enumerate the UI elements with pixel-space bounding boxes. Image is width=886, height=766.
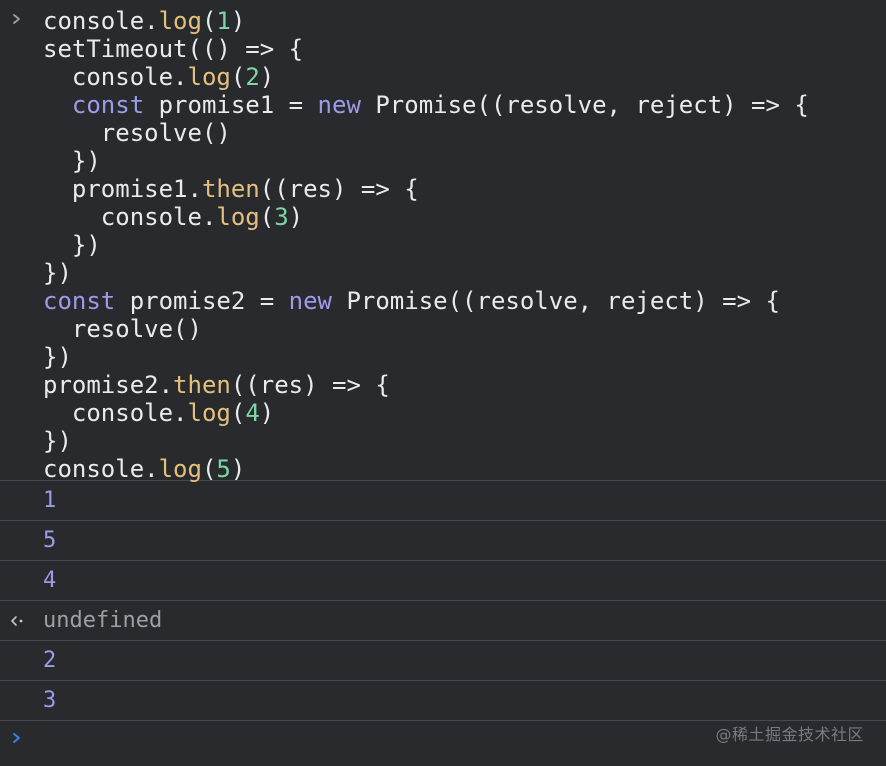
code-line: }) — [43, 259, 886, 287]
code-token: promise2 = — [115, 287, 289, 315]
code-line: promise2.then((res) => { — [43, 371, 886, 399]
code-line: }) — [43, 343, 886, 371]
code-token: setTimeout(() => { — [43, 35, 304, 63]
code-line: console.log(3) — [43, 203, 886, 231]
chevron-right-icon — [13, 733, 20, 743]
code-token: log — [158, 7, 202, 35]
code-token: }) — [43, 343, 72, 371]
code-token: ) — [230, 7, 246, 35]
code-token: 1 — [216, 7, 231, 35]
code-token: log — [216, 203, 260, 231]
code-token: }) — [43, 231, 101, 259]
code-line: const promise1 = new Promise((resolve, r… — [43, 91, 886, 119]
code-line: }) — [43, 147, 886, 175]
code-token: ( — [201, 455, 217, 483]
code-token: resolve() — [43, 315, 202, 343]
code-token: log — [187, 63, 231, 91]
code-token: }) — [43, 427, 72, 455]
code-token: ) — [230, 455, 246, 483]
code-line: setTimeout(() => { — [43, 35, 886, 63]
console-log-row: 1 — [0, 481, 886, 521]
code-line: console.log(4) — [43, 399, 886, 427]
code-token: console. — [43, 7, 159, 35]
code-token: log — [158, 455, 202, 483]
code-token: console. — [43, 399, 188, 427]
code-token: }) — [43, 259, 72, 287]
console-log-row: 4 — [0, 561, 886, 601]
return-arrow-icon — [11, 616, 23, 626]
code-line: console.log(2) — [43, 63, 886, 91]
code-token: new — [317, 91, 361, 119]
code-token: log — [187, 399, 231, 427]
code-token: ) — [288, 203, 304, 231]
log-value: 1 — [43, 488, 57, 513]
log-value: 4 — [43, 568, 57, 593]
console-log-row: 3 — [0, 681, 886, 721]
code-token: promise2. — [43, 371, 174, 399]
code-line: }) — [43, 231, 886, 259]
code-token: ( — [230, 63, 246, 91]
code-token: 5 — [216, 455, 231, 483]
code-token: console. — [43, 203, 217, 231]
code-token: 4 — [245, 399, 260, 427]
console-log-row: 2 — [0, 641, 886, 681]
code-token: ( — [230, 399, 246, 427]
code-token: ( — [201, 7, 217, 35]
code-token: then — [201, 175, 260, 203]
chevron-right-icon — [13, 14, 20, 24]
code-token: then — [173, 371, 231, 399]
code-line: console.log(5) — [43, 455, 886, 483]
code-token: console. — [43, 63, 188, 91]
code-token: ( — [259, 203, 275, 231]
code-line: promise1.then((res) => { — [43, 175, 886, 203]
code-token: 3 — [274, 203, 289, 231]
executed-input-block: console.log(1) setTimeout(() => { consol… — [0, 0, 886, 483]
code-token: promise1 = — [144, 91, 318, 119]
watermark: @稀土掘金技术社区 — [715, 725, 864, 744]
code-token: 2 — [245, 63, 260, 91]
code-token: ((res) => { — [259, 175, 419, 203]
code-token: ) — [259, 399, 275, 427]
code-line: resolve() — [43, 315, 886, 343]
log-value: 3 — [43, 688, 57, 713]
code-token: console. — [43, 455, 159, 483]
code-token: new — [288, 287, 332, 315]
code-line: }) — [43, 427, 886, 455]
log-value: 2 — [43, 648, 57, 673]
code-token: Promise((resolve, reject) => { — [360, 91, 809, 119]
code-token: resolve() — [43, 119, 231, 147]
code-token: }) — [43, 147, 101, 175]
code-token: ((res) => { — [230, 371, 390, 399]
console-result-row: undefined — [0, 601, 886, 641]
devtools-console: console.log(1) setTimeout(() => { consol… — [0, 0, 886, 766]
result-value: undefined — [43, 608, 163, 633]
code-line: console.log(1) — [43, 7, 886, 35]
code-token: const — [43, 287, 116, 315]
code-token: Promise((resolve, reject) => { — [332, 287, 780, 315]
code-token: ) — [259, 63, 275, 91]
code-line: resolve() — [43, 119, 886, 147]
code-line: const promise2 = new Promise((resolve, r… — [43, 287, 886, 315]
code-token: const — [71, 91, 145, 119]
code-token: promise1. — [43, 175, 202, 203]
console-log-row: 5 — [0, 521, 886, 561]
log-value: 5 — [43, 528, 57, 553]
